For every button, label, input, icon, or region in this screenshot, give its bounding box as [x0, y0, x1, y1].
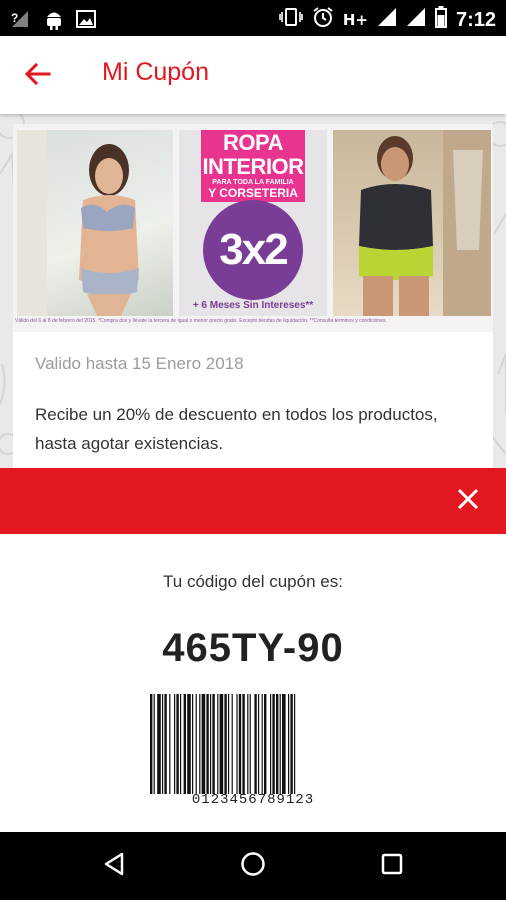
barcode-bar — [201, 694, 206, 794]
barcode-bar — [219, 694, 224, 794]
barcode-bar — [169, 694, 171, 794]
back-button[interactable] — [18, 56, 58, 96]
barcode-bar — [264, 694, 267, 794]
coupon-description: Recibe un 20% de descuento en todos los … — [35, 405, 438, 453]
app-bar: Mi Cupón — [0, 36, 506, 114]
barcode-bar — [282, 694, 286, 794]
nav-back-button[interactable] — [94, 846, 134, 886]
barcode-bar — [247, 694, 249, 794]
barcode-bar — [192, 694, 194, 794]
promo-graphic: ROPA INTERIOR PARA TODA LA FAMILIA Y COR… — [179, 130, 327, 316]
battery-icon — [434, 6, 447, 34]
barcode-bar — [162, 694, 164, 794]
barcode-bar — [249, 694, 251, 794]
barcode-bar — [261, 694, 263, 794]
promo-extra: + 6 Meses Sin Intereses** — [192, 300, 314, 311]
coupon-card: ROPA INTERIOR PARA TODA LA FAMILIA Y COR… — [13, 124, 493, 468]
barcode-bar — [153, 694, 155, 794]
coupon-code-header-bar — [0, 468, 506, 534]
barcode-bar — [224, 694, 227, 794]
barcode-bar — [176, 694, 179, 794]
barcode-bar — [290, 694, 293, 794]
home-circle-icon — [240, 851, 266, 882]
wifi-signal-icon — [406, 7, 426, 33]
barcode-bar — [212, 694, 215, 794]
barcode-bar — [270, 694, 272, 794]
barcode-bar — [183, 694, 186, 794]
promo-line2: INTERIOR — [202, 154, 304, 179]
alarm-icon — [312, 6, 334, 34]
svg-text:?: ? — [11, 11, 18, 25]
android-icon — [44, 8, 64, 36]
promo-photo-woman — [17, 130, 173, 316]
barcode-bar — [195, 694, 197, 794]
promo-line4: Y CORSETERIA — [208, 186, 298, 200]
barcode-bar — [236, 694, 238, 794]
promo-offer-badge: 3x2 — [203, 200, 303, 300]
promo-legal-text: Válido del 6 al 8 de febrero del 2015. *… — [15, 318, 387, 324]
barcode-bar — [276, 694, 279, 794]
back-triangle-icon — [103, 852, 125, 881]
signal-unknown-icon: ? — [10, 9, 32, 35]
barcode-bar — [228, 694, 230, 794]
status-time: 7:12 — [455, 9, 496, 31]
barcode-bar — [238, 694, 242, 794]
nav-home-button[interactable] — [233, 846, 273, 886]
network-type-label: H+ — [342, 11, 368, 29]
barcode-bar — [199, 694, 201, 794]
nav-recents-button[interactable] — [372, 846, 412, 886]
barcode-bar — [279, 694, 281, 794]
promo-line1: ROPA — [223, 130, 283, 155]
promo-banner-image: ROPA INTERIOR PARA TODA LA FAMILIA Y COR… — [13, 124, 493, 332]
navigation-bar — [0, 832, 506, 900]
barcode-bar — [217, 694, 219, 794]
barcode-bar — [180, 694, 182, 794]
arrow-back-icon — [24, 62, 51, 90]
promo-photo-man — [333, 130, 491, 316]
barcode-bar — [231, 694, 233, 794]
barcode-digits: 0123456789123 — [191, 792, 315, 808]
promo-offer: 3x2 — [219, 225, 288, 274]
recents-square-icon — [381, 853, 403, 880]
signal-icon — [377, 7, 397, 33]
barcode-bar — [272, 694, 275, 794]
coupon-code-panel: Tu código del cupón es: 465TY-90 0123456… — [0, 534, 506, 832]
close-icon — [457, 488, 479, 515]
coupon-code-label: Tu código del cupón es: — [163, 572, 343, 591]
vibrate-icon — [279, 7, 303, 33]
image-icon — [76, 10, 96, 34]
barcode-bar — [164, 694, 167, 794]
barcode-bar — [254, 694, 257, 794]
barcode-bar — [150, 694, 153, 794]
barcode-bar — [294, 694, 296, 794]
barcode-bar — [258, 694, 260, 794]
barcode-bar — [157, 694, 161, 794]
coupon-code-value: 465TY-90 — [162, 626, 344, 670]
promo-title-box: ROPA INTERIOR PARA TODA LA FAMILIA Y COR… — [201, 130, 305, 202]
valid-until-text: Valido hasta 15 Enero 2018 — [35, 354, 244, 373]
barcode-bar — [187, 694, 191, 794]
close-button[interactable] — [452, 485, 484, 517]
barcode-bar — [174, 694, 176, 794]
barcode — [150, 694, 296, 794]
status-bar: ? H+ 7:12 — [0, 0, 506, 36]
barcode-bar — [288, 694, 290, 794]
barcode-bar — [206, 694, 209, 794]
barcode-bar — [242, 694, 245, 794]
page-title: Mi Cupón — [102, 58, 209, 86]
barcode-bar — [210, 694, 212, 794]
